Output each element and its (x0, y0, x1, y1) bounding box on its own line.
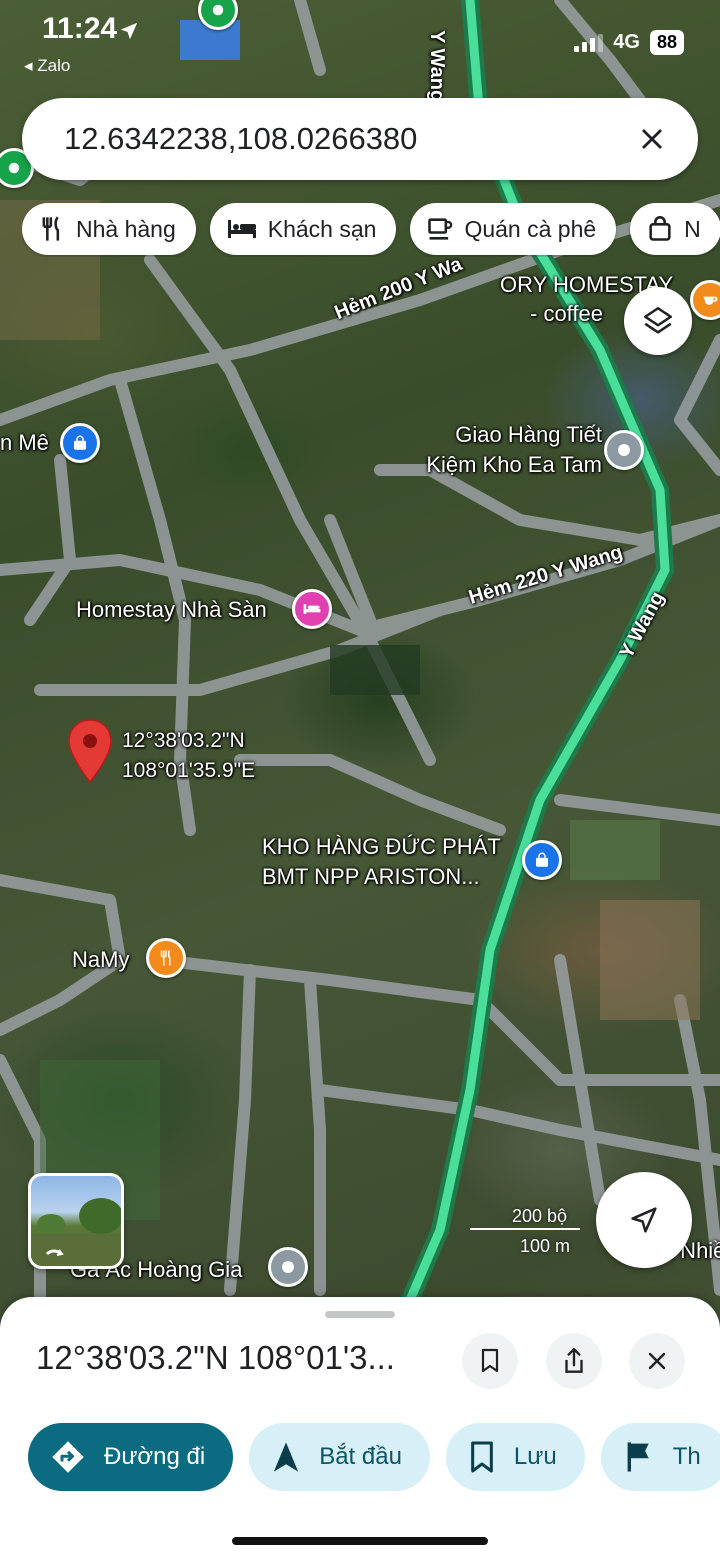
dropped-pin-lat: 12°38'03.2"N (122, 729, 245, 752)
directions-label: Đường đi (104, 1443, 206, 1470)
navigation-arrow-icon (274, 1442, 299, 1472)
chip-hotels-label: Khách sạn (267, 215, 377, 242)
scale-bar (470, 1228, 580, 1230)
navigation-arrow-icon (631, 1207, 657, 1233)
category-chips: Nhà hàng Khách sạn Quán cà phê N (22, 203, 720, 257)
place-bottom-sheet[interactable]: 12°38'03.2"N 108°01'3... Đường đi Bắt đầ… (0, 1297, 720, 1558)
start-label: Bắt đầu (319, 1443, 402, 1470)
place-kho-hang-duc-phat[interactable]: KHO HÀNG ĐỨC PHÁT BMT NPP ARISTON... (262, 832, 532, 892)
shopping-bag-icon (649, 216, 671, 241)
place-pin-icon[interactable] (268, 1247, 308, 1287)
directions-button[interactable]: Đường đi (28, 1423, 234, 1491)
shopping-bag-pin-icon[interactable] (60, 423, 100, 463)
scale-metric: 100 m (520, 1236, 571, 1256)
close-sheet-button[interactable] (629, 1333, 685, 1389)
back-chevron-icon: ◂ (24, 56, 38, 75)
search-query[interactable]: 12.6342238,108.0266380 (64, 121, 632, 157)
cafe-icon (428, 218, 453, 240)
sheet-title: 12°38'03.2"N 108°01'3... (36, 1339, 395, 1376)
save-button[interactable]: Lưu (445, 1423, 585, 1491)
layers-button[interactable] (624, 287, 692, 355)
sheet-actions: Đường đi Bắt đầu Lưu Th (28, 1423, 720, 1491)
status-bar: 11:24 ◂ Zalo 4G 88 (0, 0, 720, 80)
chip-shopping-label: N (684, 215, 701, 242)
status-time: 11:24 (42, 12, 118, 45)
dropped-pin-lng: 108°01'35.9"E (122, 759, 256, 782)
battery-level: 88 (649, 30, 684, 55)
network-type: 4G (613, 31, 640, 53)
chip-restaurants[interactable]: Nhà hàng (22, 203, 196, 255)
home-indicator (232, 1537, 488, 1545)
place-n-me[interactable]: n Mê (0, 428, 49, 458)
chip-hotels[interactable]: Khách sạn (209, 203, 397, 255)
share-icon (565, 1348, 583, 1373)
place-giao-hang-tiet-kiem[interactable]: Giao Hàng Tiết Kiệm Kho Ea Tam (402, 420, 602, 480)
close-icon (648, 1352, 666, 1370)
hotel-icon (227, 220, 256, 238)
save-icon-button[interactable] (462, 1333, 518, 1389)
close-icon (642, 129, 662, 149)
back-to-app-link[interactable]: ◂ Zalo (24, 56, 70, 76)
sheet-drag-handle[interactable] (325, 1311, 395, 1318)
chip-cafes-label: Quán cà phê (464, 215, 597, 242)
dropped-pin-coordinates: 12°38'03.2"N 108°01'35.9"E (122, 726, 302, 786)
label-button-text: Th (672, 1443, 701, 1470)
layers-icon (643, 306, 673, 334)
chip-cafes[interactable]: Quán cà phê (410, 203, 617, 255)
place-namy[interactable]: NaMy (72, 945, 129, 975)
flag-icon (627, 1442, 649, 1472)
place-kho-hang-line2: BMT NPP ARISTON... (262, 864, 480, 889)
place-pin-icon[interactable] (604, 430, 644, 470)
scale-imperial: 200 bộ (512, 1206, 568, 1226)
bookmark-icon (481, 1348, 499, 1373)
back-app-name: Zalo (37, 56, 71, 75)
share-button[interactable] (546, 1333, 602, 1389)
bookmark-icon (471, 1441, 493, 1473)
street-view-thumbnail[interactable] (28, 1173, 124, 1269)
place-ghtk-line1: Giao Hàng Tiết (455, 422, 602, 447)
status-indicators: 4G 88 (574, 30, 684, 55)
hotel-pin-icon[interactable] (292, 589, 332, 629)
shopping-bag-pin-icon[interactable] (522, 840, 562, 880)
clear-search-button[interactable] (632, 119, 672, 159)
place-ghtk-line2: Kiệm Kho Ea Tam (426, 452, 602, 477)
start-button[interactable]: Bắt đầu (249, 1423, 430, 1491)
search-bar[interactable]: 12.6342238,108.0266380 (22, 98, 698, 180)
restaurant-icon (42, 216, 60, 241)
directions-icon (52, 1441, 84, 1473)
street-view-image (31, 1198, 121, 1266)
signal-bars-icon (574, 33, 604, 52)
place-homestay-nha-san[interactable]: Homestay Nhà Sàn (76, 595, 267, 625)
chip-shopping[interactable]: N (630, 203, 720, 255)
label-button[interactable]: Th (600, 1423, 720, 1491)
my-location-button[interactable] (596, 1172, 692, 1268)
dropped-pin-icon[interactable] (66, 718, 114, 784)
place-kho-hang-line1: KHO HÀNG ĐỨC PHÁT (262, 834, 501, 859)
chip-restaurants-label: Nhà hàng (76, 215, 176, 242)
save-label: Lưu (513, 1443, 557, 1470)
location-arrow-icon (120, 22, 138, 40)
restaurant-pin-icon[interactable] (146, 938, 186, 978)
